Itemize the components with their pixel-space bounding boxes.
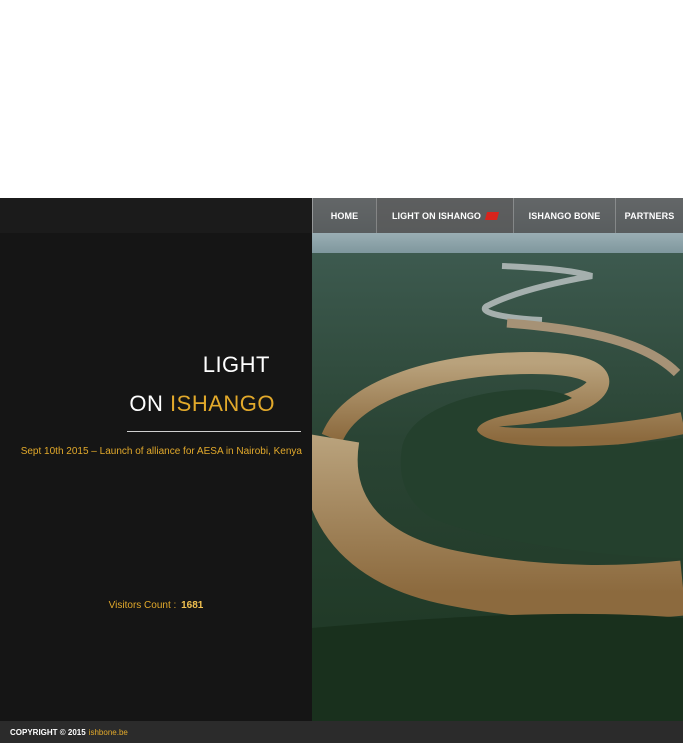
nav-light-on-ishango[interactable]: LIGHT ON ISHANGO — [376, 198, 513, 233]
page-title-line1: LIGHT — [202, 352, 270, 377]
title-divider — [127, 431, 301, 432]
hero-image-river — [312, 198, 683, 721]
left-topbar — [0, 198, 312, 233]
page-title-line2: ON ISHANGO — [0, 391, 275, 417]
nav-partners-label: PARTNERS — [624, 210, 675, 221]
nav-ishango-bone[interactable]: ISHANGO BONE — [513, 198, 615, 233]
visitors-label: Visitors Count : — [108, 600, 177, 611]
river-landscape-illustration — [312, 198, 683, 721]
main-nav: HOME LIGHT ON ISHANGO ISHANGO BONE PARTN… — [312, 198, 683, 233]
page-title-prefix: ON — [129, 391, 171, 416]
footer: COPYRIGHT © 2015 ishbone.be — [0, 721, 683, 743]
footer-site-link[interactable]: ishbone.be — [89, 728, 128, 737]
nav-ishango-bone-label: ISHANGO BONE — [528, 210, 601, 221]
left-panel — [0, 198, 312, 721]
nav-home-label: HOME — [330, 210, 359, 221]
visitors-count: 1681 — [181, 600, 204, 611]
nav-home[interactable]: HOME — [312, 198, 376, 233]
nav-partners[interactable]: PARTNERS — [615, 198, 683, 233]
blank-header-area — [0, 0, 683, 198]
nav-light-on-ishango-label: LIGHT ON ISHANGO — [391, 210, 482, 221]
visitors-counter: Visitors Count : 1681 — [0, 600, 312, 611]
flag-icon — [484, 211, 500, 220]
footer-copyright: COPYRIGHT © 2015 — [10, 727, 86, 737]
page-title-accent: ISHANGO — [170, 391, 275, 416]
news-headline[interactable]: Sept 10th 2015 – Launch of alliance for … — [0, 446, 302, 457]
